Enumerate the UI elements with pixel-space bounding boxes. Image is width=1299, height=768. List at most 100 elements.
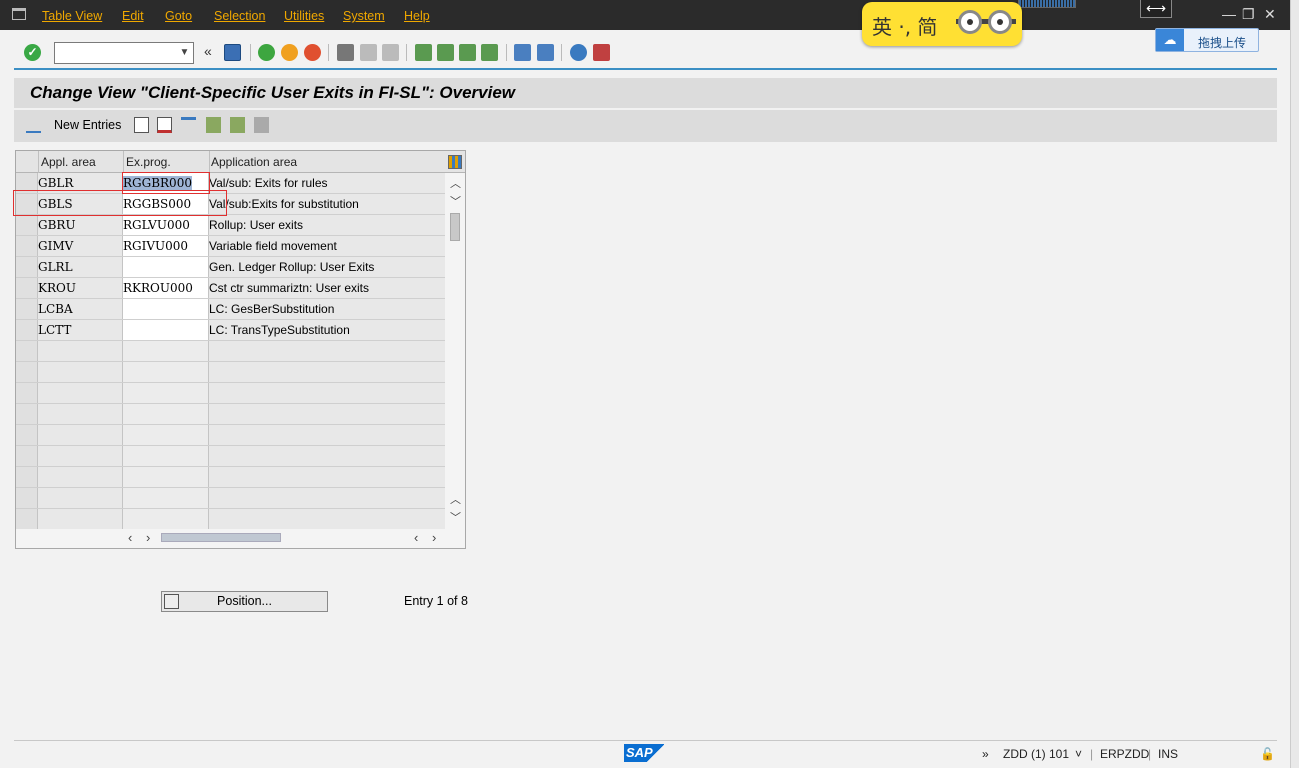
scroll-thumb[interactable] [450, 213, 460, 241]
scroll-up-icon[interactable]: ︿ [450, 175, 461, 191]
status-divider [14, 740, 1277, 741]
table-row[interactable]: GLRL Gen. Ledger Rollup: User Exits [16, 257, 445, 278]
row-selector[interactable] [16, 257, 38, 277]
last-page-icon[interactable] [481, 44, 498, 61]
application-area-cell: LC: GesBerSubstitution [209, 299, 445, 319]
chevron-down-icon[interactable]: ▼ [176, 43, 193, 63]
table-row[interactable]: KROU RKROU000 Cst ctr summariztn: User e… [16, 278, 445, 299]
scroll-down-icon[interactable]: ﹀ [450, 193, 461, 209]
table-row[interactable]: LCTT LC: TransTypeSubstitution [16, 320, 445, 341]
position-button[interactable]: Position... [161, 591, 328, 612]
col-application-area[interactable]: Application area [211, 155, 297, 169]
new-session-icon[interactable] [514, 44, 531, 61]
save-icon[interactable] [224, 44, 241, 61]
menu-edit[interactable]: Edit [122, 9, 144, 23]
ex-prog-cell[interactable]: RKROU000 [123, 278, 209, 298]
status-expand-icon[interactable]: » [982, 747, 989, 761]
table-row[interactable]: LCBA LC: GesBerSubstitution [16, 299, 445, 320]
select-all-icon[interactable] [206, 117, 221, 133]
toolbar-divider [14, 68, 1277, 70]
system-menu-icon[interactable] [12, 8, 26, 20]
ex-prog-cell[interactable]: RGIVU000 [123, 236, 209, 256]
row-selector[interactable] [16, 236, 38, 256]
application-area-cell: Rollup: User exits [209, 215, 445, 235]
restore-icon[interactable]: ❐ [1242, 6, 1255, 23]
menu-goto[interactable]: Goto [165, 9, 192, 23]
deselect-all-icon[interactable] [254, 117, 269, 133]
ex-prog-cell[interactable] [123, 320, 209, 340]
col-ex-prog[interactable]: Ex.prog. [126, 155, 171, 169]
table-settings-icon[interactable] [448, 155, 462, 169]
new-entries-button[interactable]: New Entries [54, 118, 121, 132]
first-page-icon[interactable] [415, 44, 432, 61]
undo-icon[interactable] [181, 117, 196, 133]
scroll-right-icon[interactable]: › [432, 530, 436, 545]
close-icon[interactable]: ✕ [1264, 6, 1276, 23]
title-bar: Change View "Client-Specific User Exits … [14, 78, 1277, 108]
menu-selection[interactable]: Selection [214, 9, 265, 23]
find-icon[interactable] [360, 44, 377, 61]
status-system[interactable]: ZDD (1) 101 [1003, 747, 1069, 761]
empty-row [16, 383, 445, 404]
select-block-icon[interactable] [230, 117, 245, 133]
horizontal-scrollbar[interactable]: ‹ › ‹ › [16, 528, 465, 548]
empty-row [16, 404, 445, 425]
exit-icon[interactable] [281, 44, 298, 61]
appl-area-cell: KROU [38, 278, 123, 298]
print-icon[interactable] [337, 44, 354, 61]
collapse-icon[interactable]: « [204, 43, 212, 59]
edit-glasses-icon[interactable] [26, 117, 41, 133]
scroll-up-icon[interactable]: ︿ [450, 491, 461, 507]
previous-page-icon[interactable] [437, 44, 454, 61]
menu-system[interactable]: System [343, 9, 385, 23]
delete-icon[interactable] [157, 117, 172, 133]
table-row[interactable]: GBRU RGLVU000 Rollup: User exits [16, 215, 445, 236]
activity-indicator [1018, 0, 1076, 8]
shortcut-icon[interactable] [537, 44, 554, 61]
col-appl-area[interactable]: Appl. area [41, 155, 96, 169]
ex-prog-cell[interactable] [123, 299, 209, 319]
minimize-icon[interactable]: — [1222, 6, 1236, 22]
ime-mode-text: 英 ·, 简 [872, 15, 938, 39]
command-field[interactable] [54, 42, 194, 64]
resize-icon[interactable]: ⟷ [1140, 0, 1172, 18]
find-next-icon[interactable] [382, 44, 399, 61]
cloud-icon: ☁ [1156, 29, 1184, 51]
cancel-icon[interactable] [304, 44, 321, 61]
row-selector[interactable] [16, 299, 38, 319]
upload-label: 拖拽上传 [1198, 36, 1247, 50]
scroll-down-icon[interactable]: ﹀ [450, 509, 461, 525]
table-control: Appl. area Ex.prog. Application area GBL… [13, 150, 466, 549]
ex-prog-cell[interactable] [123, 257, 209, 277]
chevron-down-icon[interactable]: ˅ [1075, 747, 1082, 761]
next-page-icon[interactable] [459, 44, 476, 61]
vertical-scrollbar[interactable]: ︿ ﹀ ︿ ﹀ [446, 173, 465, 528]
enter-button[interactable]: ✓ [24, 44, 41, 61]
application-area-cell: Val/sub: Exits for rules [209, 173, 445, 193]
empty-row [16, 362, 445, 383]
copy-icon[interactable] [134, 117, 149, 133]
ex-prog-cell[interactable]: RGLVU000 [123, 215, 209, 235]
row-selector[interactable] [16, 278, 38, 298]
window-edge [1290, 0, 1299, 768]
help-icon[interactable] [570, 44, 587, 61]
ime-mascot-icon [956, 10, 1016, 34]
scroll-thumb[interactable] [161, 533, 281, 542]
scroll-left-icon[interactable]: ‹ [128, 530, 132, 545]
scroll-left-icon[interactable]: ‹ [414, 530, 418, 545]
menu-utilities[interactable]: Utilities [284, 9, 324, 23]
application-area-cell: LC: TransTypeSubstitution [209, 320, 445, 340]
menu-help[interactable]: Help [404, 9, 430, 23]
upload-button[interactable]: ☁ 拖拽上传 [1155, 28, 1259, 52]
row-selector[interactable] [16, 320, 38, 340]
application-area-cell: Variable field movement [209, 236, 445, 256]
table-row[interactable]: GIMV RGIVU000 Variable field movement [16, 236, 445, 257]
appl-area-cell: LCTT [38, 320, 123, 340]
menu-table-view[interactable]: Table View [42, 9, 102, 23]
layout-menu-icon[interactable] [593, 44, 610, 61]
back-icon[interactable] [258, 44, 275, 61]
annotation-frame [13, 190, 227, 216]
row-selector[interactable] [16, 215, 38, 235]
ime-widget[interactable]: 英 ·, 简 [862, 2, 1022, 46]
scroll-right-icon[interactable]: › [146, 530, 150, 545]
